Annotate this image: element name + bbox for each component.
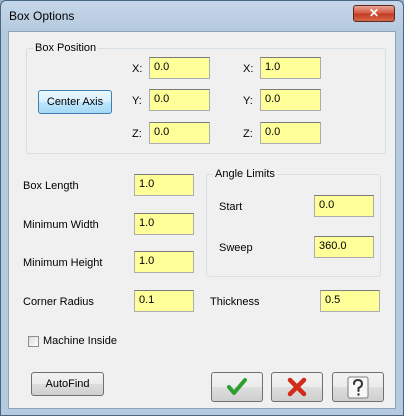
machine-inside-label[interactable]: Machine Inside bbox=[43, 335, 117, 347]
box-length-label: Box Length bbox=[23, 180, 79, 192]
dialog-body: Box Position Center Axis X: 0.0 Y: 0.0 Z… bbox=[8, 31, 396, 409]
center-axis-label: Center Axis bbox=[46, 96, 104, 108]
minimum-height-label: Minimum Height bbox=[23, 257, 103, 269]
title-bar[interactable]: Box Options ✕ bbox=[1, 1, 403, 31]
sweep-label: Sweep bbox=[219, 242, 253, 254]
corner-radius-field[interactable]: 0.1 bbox=[134, 290, 194, 312]
right-x-field[interactable]: 1.0 bbox=[260, 57, 321, 79]
minimum-width-label: Minimum Width bbox=[23, 219, 99, 231]
start-field[interactable]: 0.0 bbox=[314, 195, 374, 217]
right-y-label: Y: bbox=[243, 95, 253, 107]
autofind-button[interactable]: AutoFind bbox=[31, 372, 104, 396]
left-x-label: X: bbox=[132, 63, 143, 75]
autofind-label: AutoFind bbox=[45, 378, 90, 390]
right-y-field[interactable]: 0.0 bbox=[260, 89, 321, 111]
red-x-icon bbox=[287, 377, 307, 397]
start-label: Start bbox=[219, 201, 243, 213]
window-title: Box Options bbox=[9, 9, 75, 23]
minimum-width-field[interactable]: 1.0 bbox=[134, 213, 194, 235]
box-options-dialog: Box Options ✕ Box Position Center Axis X… bbox=[0, 0, 404, 416]
angle-limits-label: Angle Limits bbox=[213, 168, 277, 180]
left-z-label: Z: bbox=[132, 128, 142, 140]
close-icon: ✕ bbox=[368, 6, 380, 20]
left-x-field[interactable]: 0.0 bbox=[149, 57, 210, 79]
ok-button[interactable] bbox=[211, 372, 263, 402]
corner-radius-label: Corner Radius bbox=[23, 296, 94, 308]
close-button[interactable]: ✕ bbox=[353, 5, 395, 22]
thickness-label: Thickness bbox=[210, 296, 260, 308]
left-y-label: Y: bbox=[132, 95, 142, 107]
green-checkmark-icon bbox=[227, 378, 247, 395]
box-length-field[interactable]: 1.0 bbox=[134, 174, 194, 196]
cancel-button[interactable] bbox=[271, 372, 323, 402]
thickness-field[interactable]: 0.5 bbox=[320, 290, 380, 312]
right-x-label: X: bbox=[243, 63, 254, 75]
sweep-field[interactable]: 360.0 bbox=[314, 236, 374, 258]
left-z-field[interactable]: 0.0 bbox=[149, 122, 210, 144]
center-axis-button[interactable]: Center Axis bbox=[38, 90, 112, 114]
box-position-label: Box Position bbox=[33, 42, 99, 54]
angle-limits-group: Angle Limits bbox=[206, 168, 381, 277]
left-y-field[interactable]: 0.0 bbox=[149, 89, 210, 111]
help-button[interactable] bbox=[332, 372, 384, 402]
minimum-height-field[interactable]: 1.0 bbox=[134, 251, 194, 273]
question-mark-icon bbox=[347, 376, 369, 399]
right-z-field[interactable]: 0.0 bbox=[260, 122, 321, 144]
right-z-label: Z: bbox=[243, 128, 253, 140]
machine-inside-checkbox[interactable] bbox=[28, 336, 39, 347]
